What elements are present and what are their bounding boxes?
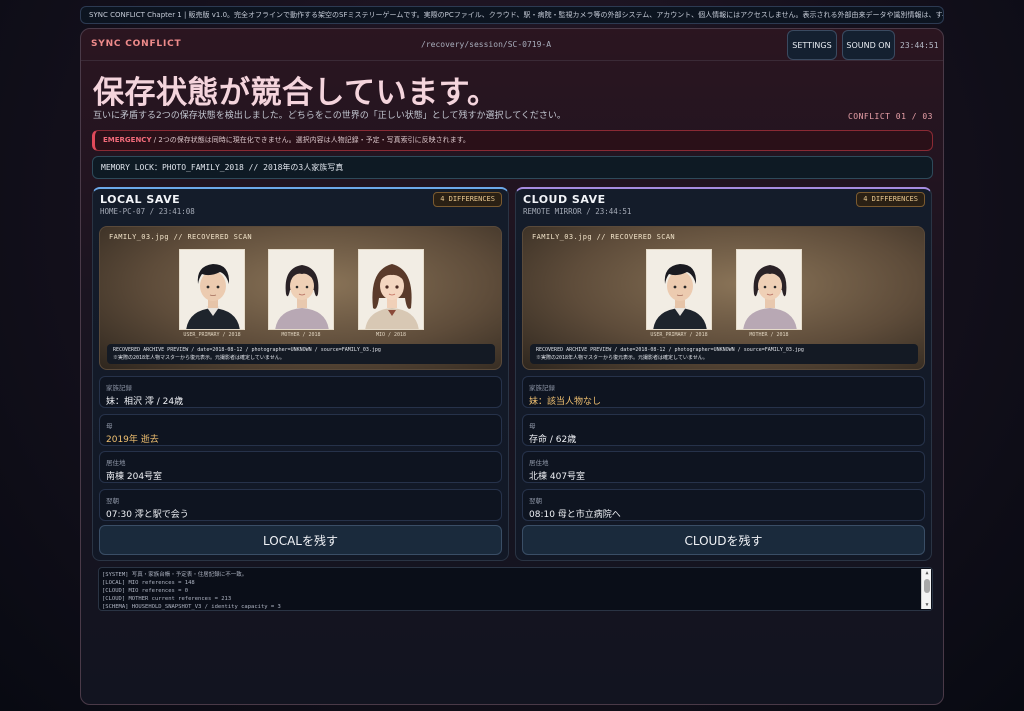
field-family-record: 家族記録 妹：該当人物なし	[522, 376, 925, 408]
photo-footer-note: ※実際の2018年人物マスターから復元表示。元撮影者は確定していません。	[536, 355, 708, 361]
panel-title: LOCAL SAVE	[100, 193, 181, 206]
field-next-morning: 翌朝 08:10 母と市立病院へ	[522, 489, 925, 521]
field-label: 居住地	[529, 459, 549, 467]
memory-lock-bar: MEMORY LOCK：PHOTO_FAMILY_2018 // 2018年の3…	[92, 156, 933, 179]
field-label: 翌朝	[529, 497, 542, 505]
emergency-alert: EMERGENCY / 2つの保存状態は同時に現在化できません。選択内容は人物記…	[92, 130, 933, 151]
page-subtitle: 互いに矛盾する2つの保存状態を検出しました。どちらをこの世界の「正しい状態」とし…	[93, 111, 566, 121]
photo-header: FAMILY_03.jpg // RECOVERED SCAN	[532, 233, 676, 241]
portrait-mother	[268, 249, 334, 330]
photo-footer: RECOVERED ARCHIVE PREVIEW / date=2018-08…	[530, 344, 918, 364]
photo-footer: RECOVERED ARCHIVE PREVIEW / date=2018-08…	[107, 344, 495, 364]
log-line: [CLOUD] MIO references = 0	[102, 588, 189, 594]
session-path: /recovery/session/SC-0719-A	[421, 40, 552, 49]
panel-subtitle: REMOTE MIRROR / 23:44:51	[523, 207, 632, 216]
scroll-down-icon[interactable]: ▼	[922, 601, 932, 609]
emergency-tag: EMERGENCY	[103, 136, 152, 144]
sound-toggle-button[interactable]: SOUND ON	[842, 30, 895, 60]
family-photo: FAMILY_03.jpg // RECOVERED SCAN USER_PRI…	[99, 226, 502, 370]
field-value: 存命 / 62歳	[529, 435, 577, 445]
log-scrollbar[interactable]: ▲ ▼	[921, 569, 931, 609]
keep-cloud-button[interactable]: CLOUDを残す	[522, 525, 925, 555]
emergency-text: / 2つの保存状態は同時に現在化できません。選択内容は人物記録・予定・写真索引に…	[151, 136, 470, 144]
field-next-morning: 翌朝 07:30 澪と駅で会う	[99, 489, 502, 521]
local-save-panel: LOCAL SAVE HOME-PC-07 / 23:41:08 4 DIFFE…	[92, 187, 509, 561]
legal-notice-banner: SYNC CONFLICT Chapter 1 | 販売版 v1.0。完全オフラ…	[80, 6, 944, 24]
field-value: 北棟 407号室	[529, 472, 586, 482]
clock: 23:44:51	[900, 41, 939, 50]
portrait-caption: USER_PRIMARY / 2018	[650, 332, 708, 338]
portrait-caption: MOTHER / 2018	[749, 332, 789, 338]
field-value: 南棟 204号室	[106, 472, 163, 482]
portrait-user-primary	[646, 249, 712, 330]
field-residence: 居住地 北棟 407号室	[522, 451, 925, 483]
log-line: [SYSTEM] 写真・家族台帳・予定表・住居記録に不一致。	[102, 572, 248, 578]
portrait-user-primary	[179, 249, 245, 330]
field-residence: 居住地 南棟 204号室	[99, 451, 502, 483]
scrollbar-thumb[interactable]	[924, 579, 930, 593]
field-label: 居住地	[106, 459, 126, 467]
system-log[interactable]: [SYSTEM] 写真・家族台帳・予定表・住居記録に不一致。 [LOCAL] M…	[98, 567, 933, 611]
log-line: [LOCAL] MIO references = 148	[102, 580, 195, 586]
family-photo: FAMILY_03.jpg // RECOVERED SCAN USER_PRI…	[522, 226, 925, 370]
photo-footer-meta: RECOVERED ARCHIVE PREVIEW / date=2018-08…	[113, 347, 381, 353]
log-line: [SCHEMA] HOUSEHOLD_SNAPSHOT_V3 / identit…	[102, 604, 281, 610]
portrait-caption: MIO / 2018	[375, 332, 407, 338]
app-brand: SYNC CONFLICT	[91, 39, 182, 49]
field-value: 08:10 母と市立病院へ	[529, 510, 621, 520]
top-bar: SYNC CONFLICT /recovery/session/SC-0719-…	[81, 29, 943, 61]
portrait-caption: MOTHER / 2018	[281, 332, 321, 338]
photo-footer-note: ※実際の2018年人物マスターから復元表示。元撮影者は確定していません。	[113, 355, 285, 361]
field-value: 2019年 逝去	[106, 435, 159, 445]
scroll-up-icon[interactable]: ▲	[922, 569, 932, 577]
panel-title: CLOUD SAVE	[523, 193, 606, 206]
field-mother: 母 2019年 逝去	[99, 414, 502, 446]
field-label: 家族記録	[529, 384, 555, 392]
field-value: 07:30 澪と駅で会う	[106, 510, 189, 520]
field-family-record: 家族記録 妹：相沢 澪 / 24歳	[99, 376, 502, 408]
settings-button[interactable]: SETTINGS	[787, 30, 837, 60]
photo-footer-meta: RECOVERED ARCHIVE PREVIEW / date=2018-08…	[536, 347, 804, 353]
keep-local-button[interactable]: LOCALを残す	[99, 525, 502, 555]
conflict-counter: CONFLICT 01 / 03	[847, 112, 933, 121]
field-value: 妹：相沢 澪 / 24歳	[106, 397, 184, 407]
portrait-mother	[736, 249, 802, 330]
field-mother: 母 存命 / 62歳	[522, 414, 925, 446]
page-title: 保存状態が競合しています。	[93, 75, 499, 111]
panel-subtitle: HOME-PC-07 / 23:41:08	[100, 207, 195, 216]
field-label: 母	[529, 422, 536, 430]
field-label: 母	[106, 422, 113, 430]
log-line: [CLOUD] MOTHER current references = 213	[102, 596, 232, 602]
field-label: 翌朝	[106, 497, 119, 505]
app-window: SYNC CONFLICT /recovery/session/SC-0719-…	[80, 28, 944, 705]
differences-badge: 4 DIFFERENCES	[433, 192, 502, 207]
cloud-save-panel: CLOUD SAVE REMOTE MIRROR / 23:44:51 4 DI…	[515, 187, 932, 561]
field-value: 妹：該当人物なし	[529, 397, 602, 407]
field-label: 家族記録	[106, 384, 132, 392]
portrait-mio	[358, 249, 424, 330]
portrait-caption: USER_PRIMARY / 2018	[183, 332, 241, 338]
differences-badge: 4 DIFFERENCES	[856, 192, 925, 207]
photo-header: FAMILY_03.jpg // RECOVERED SCAN	[109, 233, 253, 241]
